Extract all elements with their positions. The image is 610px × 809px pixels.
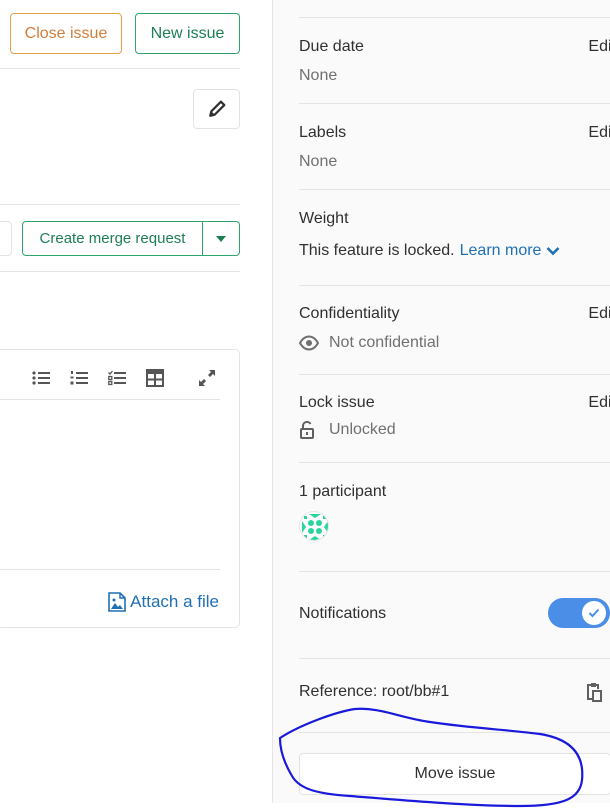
create-merge-request-button[interactable]: Create merge request bbox=[23, 222, 203, 255]
create-merge-request-group: Create merge request bbox=[22, 221, 240, 256]
learn-more-label: Learn more bbox=[459, 242, 542, 259]
due-date-value: None bbox=[299, 67, 338, 84]
numbered-list-icon[interactable] bbox=[69, 368, 89, 388]
divider bbox=[299, 374, 610, 375]
reference-text: Reference: root/bb#1 bbox=[299, 683, 450, 700]
move-issue-button[interactable]: Move issue bbox=[299, 753, 610, 795]
merge-request-dropdown-toggle[interactable] bbox=[203, 222, 239, 255]
related-branch-button[interactable] bbox=[0, 221, 12, 256]
clipboard-icon bbox=[587, 683, 602, 702]
divider bbox=[299, 103, 610, 104]
weight-section: Weight This feature is locked. Learn mor… bbox=[299, 210, 610, 270]
divider bbox=[299, 462, 610, 463]
divider bbox=[299, 189, 610, 190]
due-date-edit-link[interactable]: Edit bbox=[588, 38, 610, 56]
divider bbox=[299, 285, 610, 286]
pencil-icon bbox=[208, 100, 225, 117]
check-icon bbox=[588, 608, 600, 618]
learn-more-link[interactable]: Learn more bbox=[460, 242, 561, 260]
labels-title: Labels bbox=[299, 124, 347, 141]
due-date-title: Due date bbox=[299, 38, 364, 55]
confidentiality-value: Not confidential bbox=[299, 334, 439, 352]
reference-section: Reference: root/bb#1 bbox=[299, 682, 610, 706]
confidentiality-title: Confidentiality bbox=[299, 305, 400, 322]
bulleted-list-icon[interactable] bbox=[31, 368, 51, 388]
weight-locked-text: This feature is locked. Learn more bbox=[299, 242, 560, 260]
confidentiality-edit-link[interactable]: Edit bbox=[588, 305, 610, 323]
eye-icon bbox=[299, 335, 319, 351]
close-issue-button[interactable]: Close issue bbox=[10, 13, 122, 54]
chevron-down-icon bbox=[547, 247, 560, 256]
table-icon[interactable] bbox=[145, 368, 165, 388]
divider bbox=[0, 204, 240, 205]
task-list-icon[interactable] bbox=[107, 368, 127, 388]
weight-title: Weight bbox=[299, 210, 349, 227]
divider bbox=[299, 732, 610, 733]
divider bbox=[0, 68, 240, 69]
lock-issue-edit-link[interactable]: Edit bbox=[588, 394, 610, 412]
lock-status: Unlocked bbox=[329, 421, 396, 438]
new-issue-button[interactable]: New issue bbox=[135, 13, 240, 54]
issue-main-panel: Close issue New issue Create merge reque… bbox=[0, 0, 272, 809]
labels-value: None bbox=[299, 153, 338, 170]
participant-avatar[interactable] bbox=[299, 511, 329, 541]
attach-file-link[interactable]: Attach a file bbox=[108, 592, 219, 612]
divider bbox=[299, 658, 610, 659]
participants-title: 1 participant bbox=[299, 483, 387, 500]
notifications-toggle[interactable] bbox=[548, 598, 610, 628]
lock-issue-value: Unlocked bbox=[299, 421, 396, 439]
notifications-section: Notifications bbox=[299, 598, 610, 630]
due-date-section: Due date Edit None bbox=[299, 38, 610, 88]
image-file-icon bbox=[108, 592, 126, 612]
editor-toolbar bbox=[0, 350, 220, 400]
unlocked-icon bbox=[300, 421, 314, 439]
identicon-icon bbox=[302, 514, 328, 540]
participants-section: 1 participant bbox=[299, 483, 610, 543]
issue-sidebar: Due date Edit None Labels Edit None Weig… bbox=[272, 0, 610, 803]
confidentiality-status: Not confidential bbox=[329, 334, 440, 351]
lock-issue-section: Lock issue Edit Unlocked bbox=[299, 394, 610, 444]
divider bbox=[299, 571, 610, 572]
divider bbox=[0, 271, 240, 272]
fullscreen-icon[interactable] bbox=[197, 368, 217, 388]
attach-file-label: Attach a file bbox=[130, 592, 219, 611]
labels-edit-link[interactable]: Edit bbox=[588, 124, 610, 142]
edit-title-button[interactable] bbox=[193, 89, 240, 129]
weight-locked-message: This feature is locked. bbox=[299, 242, 455, 259]
caret-down-icon bbox=[216, 235, 226, 242]
divider bbox=[299, 17, 610, 18]
labels-section: Labels Edit None bbox=[299, 124, 610, 174]
notifications-title: Notifications bbox=[299, 605, 387, 622]
copy-reference-button[interactable] bbox=[584, 682, 604, 702]
divider bbox=[0, 569, 220, 570]
confidentiality-section: Confidentiality Edit Not confidential bbox=[299, 305, 610, 355]
lock-issue-title: Lock issue bbox=[299, 394, 375, 411]
toggle-knob bbox=[582, 601, 606, 625]
comment-editor: Attach a file bbox=[0, 349, 240, 628]
